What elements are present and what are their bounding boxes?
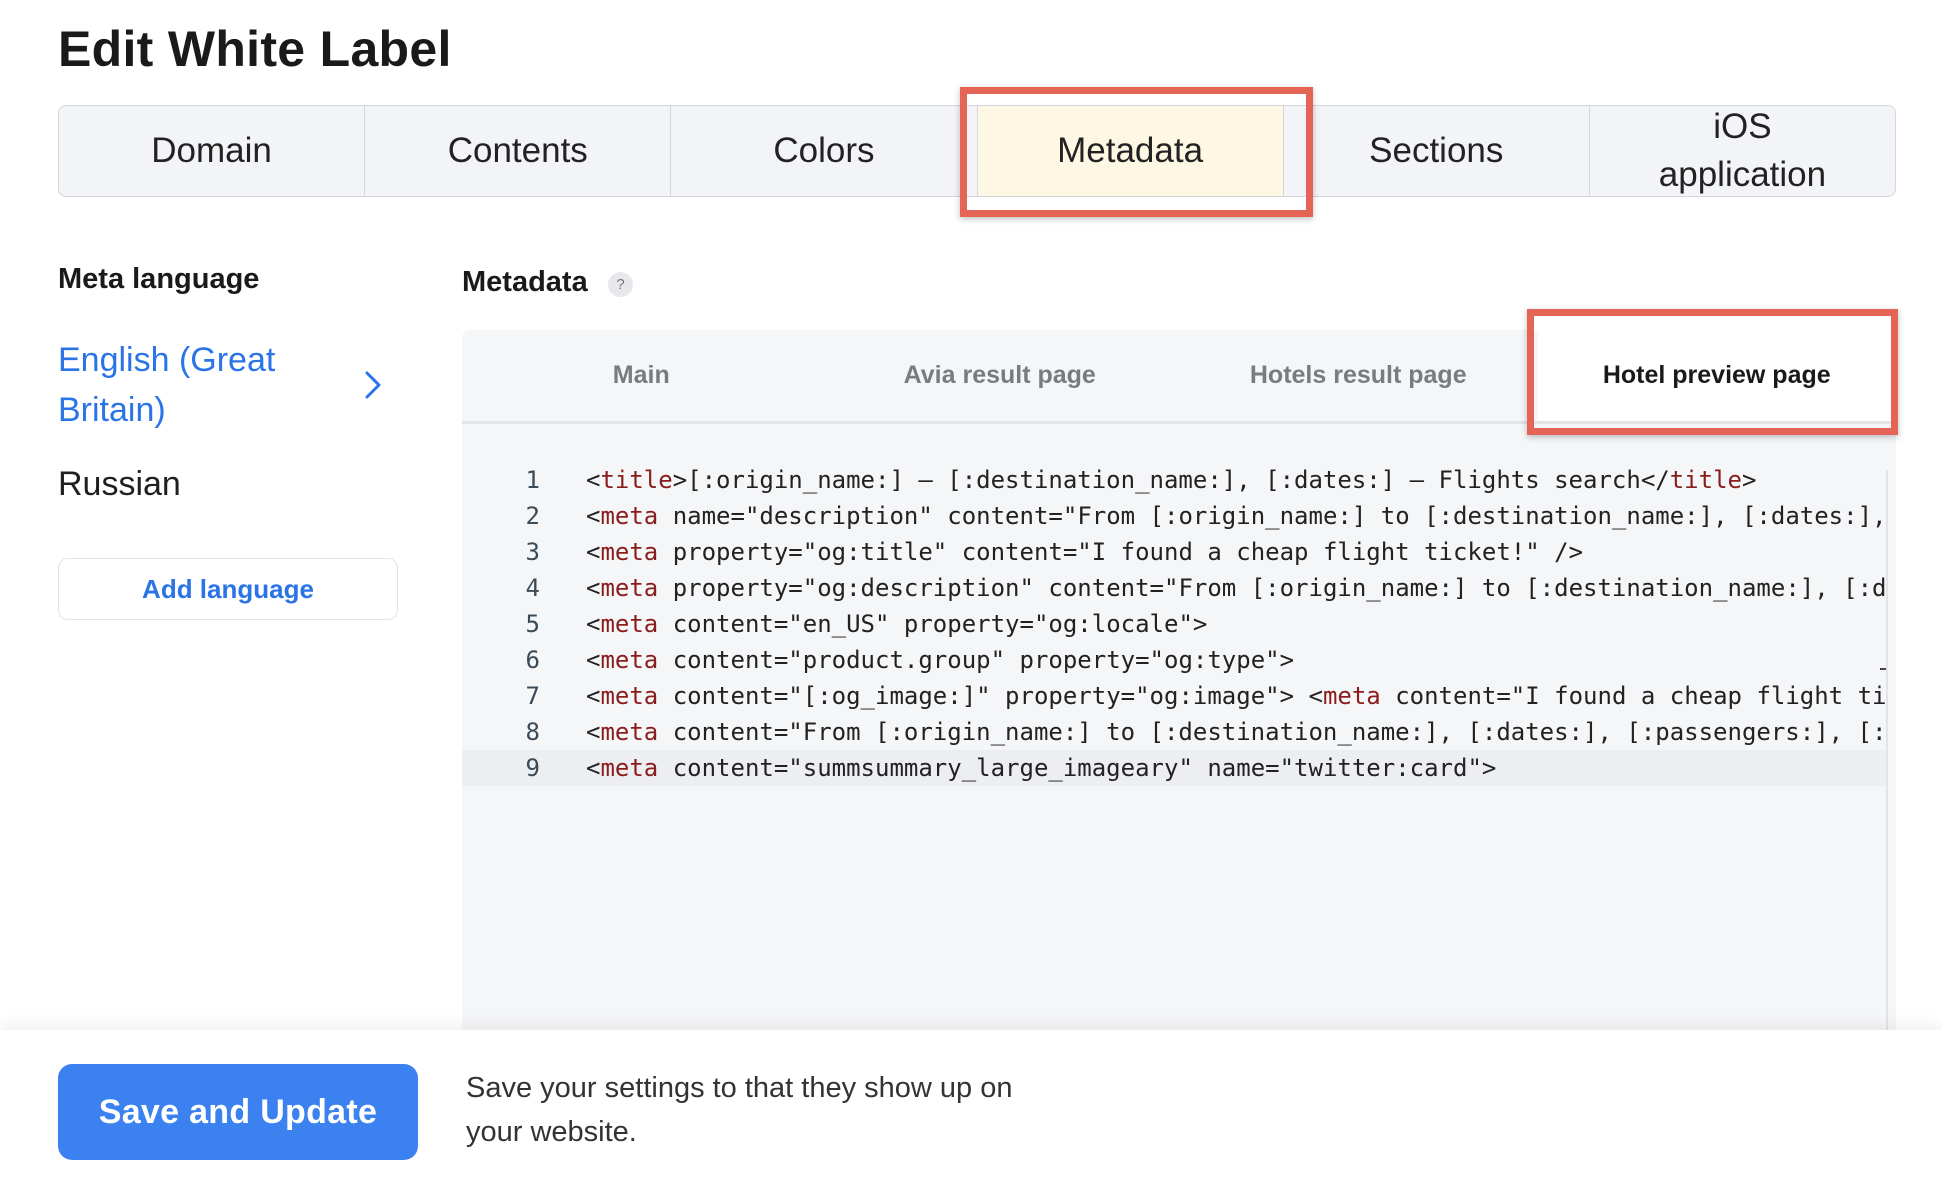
line-number: 5 [525,610,540,638]
tab-contents[interactable]: Contents [365,106,672,196]
line-number: 9 [525,754,540,782]
scrollbar-marker [1880,668,1886,670]
tab-sections[interactable]: Sections [1284,106,1590,196]
subtab-hotel-preview-page[interactable]: Hotel preview page [1537,330,1896,421]
footer-bar: Save and Update Save your settings to th… [0,1030,1942,1182]
line-number: 1 [525,466,540,494]
tab-metadata[interactable]: Metadata [977,106,1284,196]
code-line[interactable]: 6 <meta content="product.group" property=… [462,642,1888,678]
line-content: <meta content="en_US" property="og:local… [586,610,1208,638]
line-content: <meta content="From [:origin_name:] to [… [586,718,1887,746]
save-and-update-button[interactable]: Save and Update [58,1064,418,1160]
line-number: 6 [525,646,540,674]
top-tab-bar: Domain Contents Colors Metadata Sections… [58,105,1896,197]
code-line[interactable]: 5 <meta content="en_US" property="og:loca… [462,606,1888,642]
subtab-avia-result-page[interactable]: Avia result page [821,330,1180,421]
tab-ios-label: iOS application [1658,107,1827,194]
line-number: 4 [525,574,540,602]
line-number: 8 [525,718,540,746]
line-content: <meta property="og:description" content=… [586,574,1888,602]
line-content: <meta property="og:title" content="I fou… [586,538,1584,566]
language-item-english-great-britain[interactable]: English (Great Britain) [58,335,388,435]
metadata-section-title: Metadata [462,266,588,298]
line-number: 2 [525,502,540,530]
metadata-editor-panel: Main Avia result page Hotels result page… [462,330,1896,1030]
line-content: <title>[:origin_name:] – [:destination_n… [586,466,1757,494]
tab-colors[interactable]: Colors [671,106,978,196]
page-title: Edit White Label [58,21,452,77]
line-content: <meta content="[:og_image:]" property="o… [586,682,1888,710]
line-content: <meta content="product.group" property="… [586,646,1295,674]
subtab-main[interactable]: Main [462,330,821,421]
save-hint-text: Save your settings to that they show up … [466,1072,1013,1148]
line-content: <meta content="summsummary_large_imagear… [586,754,1497,782]
language-item-russian[interactable]: Russian [58,465,181,504]
code-line[interactable]: 9 <meta content="summsummary_large_imagea… [462,750,1888,786]
tab-domain[interactable]: Domain [59,106,366,196]
code-line[interactable]: 4 <meta property="og:description" content… [462,570,1888,606]
code-editor[interactable]: 1 <title>[:origin_name:] – [:destination_… [462,462,1888,1022]
subtab-hotels-result-page[interactable]: Hotels result page [1179,330,1538,421]
add-language-button[interactable]: Add language [58,558,398,620]
code-line[interactable]: 7 <meta content="[:og_image:]" property="… [462,678,1888,714]
code-line[interactable]: 2 <meta name="description" content="From … [462,498,1888,534]
meta-language-title: Meta language [58,263,260,295]
code-line[interactable]: 3 <meta property="og:title" content="I fo… [462,534,1888,570]
line-number: 3 [525,538,540,566]
editor-scrollbar[interactable] [1886,470,1888,1030]
code-line[interactable]: 8 <meta content="From [:origin_name:] to … [462,714,1888,750]
line-number: 7 [525,682,540,710]
tab-ios-application[interactable]: iOS application [1590,106,1895,196]
chevron-right-icon [365,371,381,399]
code-line[interactable]: 1 <title>[:origin_name:] – [:destination_… [462,462,1888,498]
metadata-sub-tabs: Main Avia result page Hotels result page… [462,330,1896,424]
language-label: English (Great Britain) [58,341,276,429]
line-content: <meta name="description" content="From [… [586,502,1887,530]
help-icon[interactable]: ? [608,272,633,297]
